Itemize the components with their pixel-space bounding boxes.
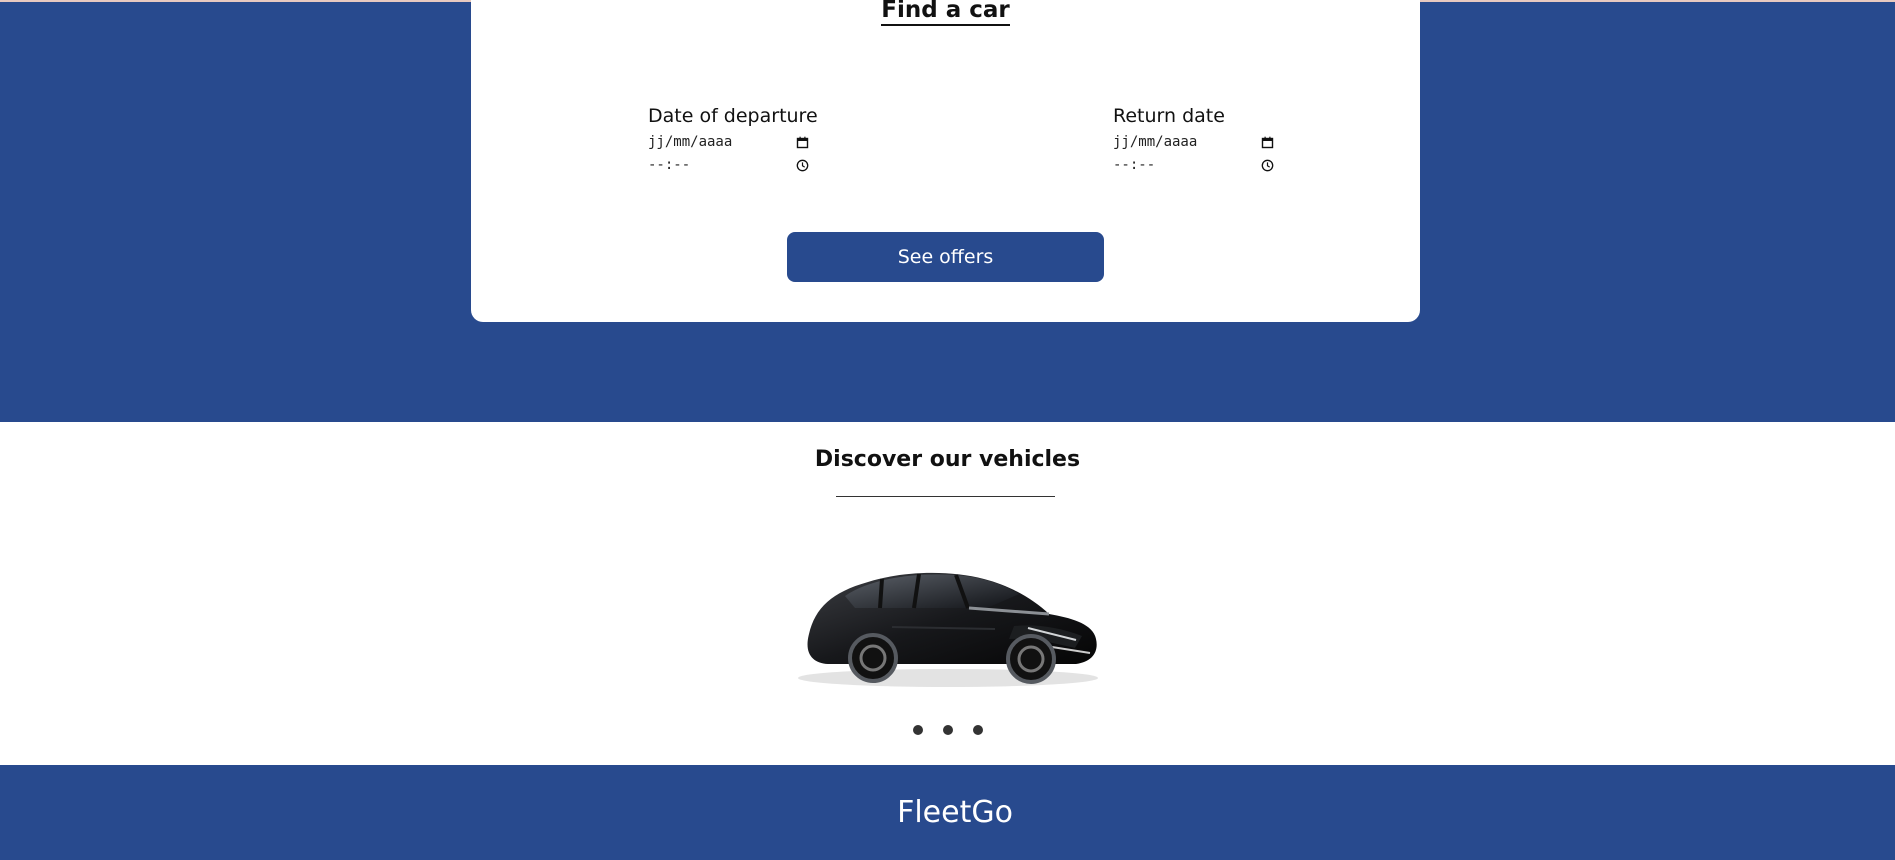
calendar-icon[interactable] — [792, 131, 812, 154]
return-date-value: jj/mm/aaaa — [1113, 134, 1198, 150]
return-date-input[interactable]: jj/mm/aaaa — [1113, 131, 1277, 154]
vehicles-title-underline — [836, 496, 1055, 497]
departure-field: Date of departure jj/mm/aaaa --:-- — [648, 104, 848, 177]
car-image — [798, 572, 1098, 687]
carousel-dots — [0, 725, 1895, 735]
return-time-input[interactable]: --:-- — [1113, 154, 1277, 177]
vehicles-title: Discover our vehicles — [814, 447, 1081, 472]
card-title: Find a car — [471, 0, 1420, 26]
calendar-icon[interactable] — [1257, 131, 1277, 154]
departure-label: Date of departure — [648, 105, 818, 127]
vehicles-section: Discover our vehicles — [0, 422, 1895, 765]
site-footer: FleetGo — [0, 765, 1895, 860]
see-offers-button[interactable]: See offers — [787, 232, 1104, 282]
clock-icon[interactable] — [1257, 154, 1277, 177]
brand-name: FleetGo — [897, 795, 1013, 830]
carousel-dot[interactable] — [942, 725, 953, 735]
find-car-title: Find a car — [881, 0, 1010, 26]
carousel-dot[interactable] — [972, 725, 983, 735]
search-hero: Find a car Date of departure jj/mm/aaaa … — [0, 0, 1895, 422]
return-time-value: --:-- — [1113, 157, 1156, 173]
departure-time-input[interactable]: --:-- — [648, 154, 812, 177]
departure-date-value: jj/mm/aaaa — [648, 134, 733, 150]
departure-date-input[interactable]: jj/mm/aaaa — [648, 131, 812, 154]
return-field: Return date jj/mm/aaaa --:-- — [1113, 104, 1313, 177]
departure-time-value: --:-- — [648, 157, 691, 173]
carousel-dot[interactable] — [912, 725, 923, 735]
return-label: Return date — [1113, 105, 1225, 127]
clock-icon[interactable] — [792, 154, 812, 177]
